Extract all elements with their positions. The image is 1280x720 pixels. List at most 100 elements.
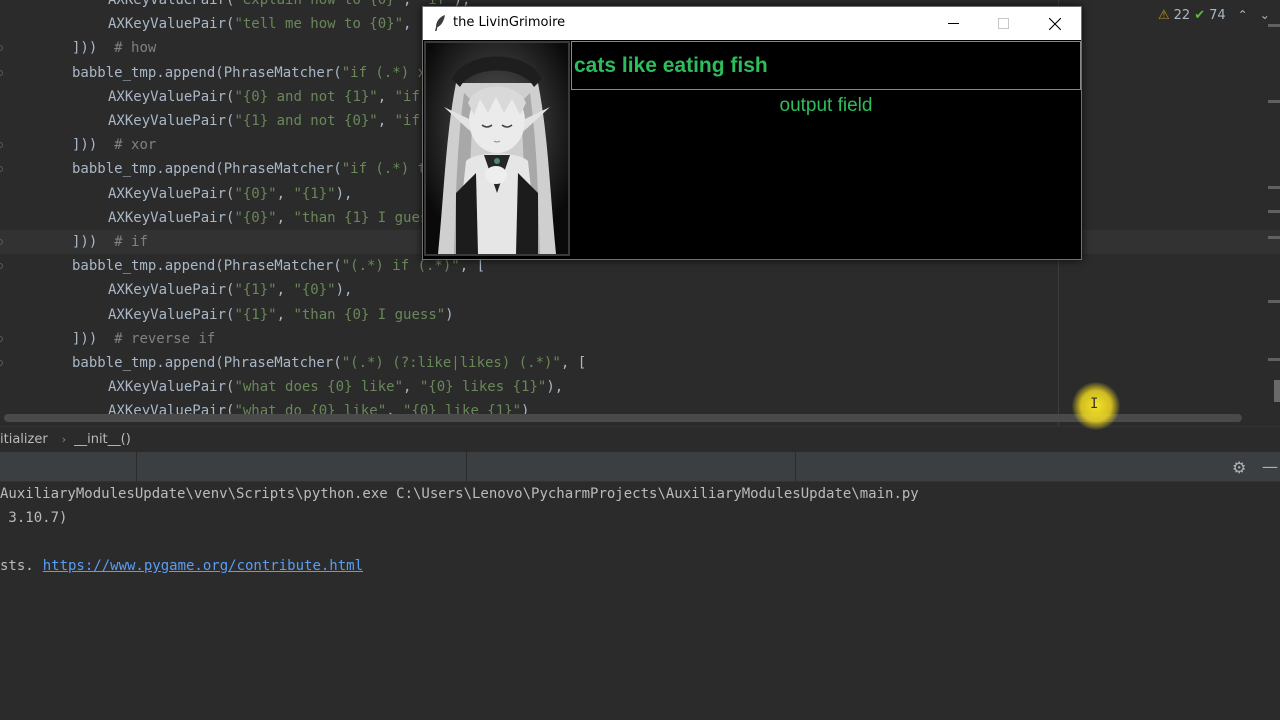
tab-divider (795, 452, 796, 482)
warning-count: 22 (1173, 7, 1191, 23)
code-text: AXKeyValuePair("tell me how to {0}", "if… (108, 12, 462, 36)
window-minimize-button[interactable] (928, 7, 978, 40)
window-title: the LivinGrimoire (453, 15, 566, 30)
code-text: AXKeyValuePair("{0}", "{1}"), (108, 182, 352, 206)
minimize-panel-icon[interactable]: — (1262, 457, 1278, 476)
console-line: AuxiliaryModulesUpdate\venv\Scripts\pyth… (0, 486, 919, 502)
run-tool-window-header (0, 452, 1280, 482)
code-text: AXKeyValuePair("{0}", "than {1} I guess"… (108, 206, 454, 230)
code-text: AXKeyValuePair("{1} and not {0}", "if") (108, 109, 437, 133)
string-literal: "what does {0} like" (234, 379, 404, 396)
fold-marker-icon[interactable] (0, 360, 3, 366)
code-token: ])) (72, 234, 115, 250)
string-literal: "{0} likes {1}" (419, 379, 547, 396)
scroll-mark[interactable] (1268, 236, 1280, 239)
code-line[interactable]: AXKeyValuePair("{1}", "than {0} I guess"… (0, 303, 1280, 327)
fold-marker-icon[interactable] (0, 166, 3, 173)
code-text: AXKeyValuePair("{1}", "than {0} I guess"… (108, 303, 454, 327)
code-token: , [ (459, 258, 486, 275)
code-token: AXKeyValuePair( (108, 209, 235, 226)
scroll-mark[interactable] (1268, 210, 1280, 213)
window-maximize-button[interactable] (978, 7, 1028, 40)
scroll-mark[interactable] (1268, 358, 1280, 361)
fold-marker-icon[interactable] (0, 263, 3, 270)
string-literal: "{0}" (293, 282, 336, 299)
chevron-up-icon[interactable]: ⌃ (1238, 8, 1248, 22)
string-literal: "{0} and not {1}" (234, 88, 378, 105)
code-token: ), (335, 282, 353, 299)
code-text: AXKeyValuePair("{0} and not {1}", "if"), (108, 85, 445, 109)
code-token: babble_tmp.append(PhraseMatcher( (72, 355, 342, 371)
code-text: AXKeyValuePair("{1}", "{0}"), (108, 278, 352, 302)
scroll-mark[interactable] (1268, 100, 1280, 103)
inspection-widget[interactable]: ⚠ 22 ✔ 74 ⌃ ⌄ (1158, 5, 1270, 25)
code-token: , (403, 379, 420, 396)
maximize-icon (997, 18, 1009, 29)
console-link[interactable]: https://www.pygame.org/contribute.html (43, 558, 363, 574)
warning-icon: ⚠ (1158, 7, 1170, 23)
code-token: AXKeyValuePair( (108, 113, 235, 129)
scroll-mark[interactable] (1268, 24, 1280, 27)
output-field-label: output field (779, 95, 873, 116)
string-literal: "(.*) if (.*)" (341, 258, 460, 275)
fold-marker-icon[interactable] (0, 69, 3, 76)
code-token: AXKeyValuePair( (108, 282, 235, 299)
breadcrumb-item-method[interactable]: __init__() (74, 432, 137, 447)
minimize-icon (947, 23, 959, 24)
input-text: cats like eating fish (574, 54, 768, 77)
fold-marker-icon[interactable] (0, 142, 3, 149)
code-token: ) (445, 306, 454, 323)
string-literal: "tell me how to {0}" (234, 16, 404, 33)
elf-girl-illustration (426, 43, 568, 254)
scroll-mark[interactable] (1268, 300, 1280, 303)
code-token: ), (546, 379, 564, 396)
code-token: babble_tmp.append(PhraseMatcher( (72, 161, 342, 178)
code-text: babble_tmp.append(PhraseMatcher("(.*) (?… (72, 351, 586, 375)
console-line: 3.10.7) (0, 510, 68, 526)
code-token: , (377, 88, 395, 105)
fold-marker-icon[interactable] (0, 45, 3, 52)
code-token: ])) (72, 137, 115, 154)
livingrimoire-window[interactable]: the LivinGrimoire cats like eating fish … (422, 6, 1082, 260)
check-count: 74 (1209, 7, 1226, 23)
comment: # xor (114, 137, 157, 154)
scroll-mark[interactable] (1268, 186, 1280, 189)
comment: # if (114, 234, 148, 250)
code-token: , (403, 0, 420, 8)
fold-marker-icon[interactable] (0, 239, 3, 245)
code-line[interactable]: babble_tmp.append(PhraseMatcher("(.*) (?… (0, 351, 1280, 375)
string-literal: "(.*) (?:like|likes) (.*)" (341, 355, 561, 371)
comment: # how (114, 40, 157, 57)
input-field[interactable]: cats like eating fish (571, 41, 1081, 90)
gear-icon[interactable]: ⚙ (1232, 458, 1246, 477)
code-token: , (276, 282, 294, 299)
string-literal: "{0}" (234, 185, 277, 202)
scrollbar-marks[interactable] (1266, 0, 1280, 426)
code-token: , (403, 16, 420, 33)
window-close-button[interactable] (1030, 7, 1080, 40)
avatar-image (424, 41, 570, 256)
tab-divider (466, 452, 467, 482)
breadcrumb-item-class[interactable]: itializer (0, 432, 54, 447)
code-token: AXKeyValuePair( (108, 16, 235, 33)
code-text: ])) # reverse if (72, 327, 215, 351)
window-titlebar[interactable]: the LivinGrimoire (423, 7, 1081, 40)
run-console[interactable]: AuxiliaryModulesUpdate\venv\Scripts\pyth… (0, 482, 1280, 720)
code-text: AXKeyValuePair("what does {0} like", "{0… (108, 375, 563, 399)
scroll-thumb[interactable] (1274, 380, 1280, 402)
horizontal-scrollbar[interactable] (4, 414, 1242, 422)
fold-marker-icon[interactable] (0, 335, 3, 342)
code-token: ])) (72, 40, 115, 57)
code-token: , [ (560, 355, 587, 371)
code-text: ])) # if (72, 230, 148, 254)
string-literal: "than {0} I guess" (293, 306, 446, 323)
code-line[interactable]: ])) # reverse if (0, 327, 1280, 351)
code-line[interactable]: AXKeyValuePair("{1}", "{0}"), (0, 278, 1280, 302)
code-token: , (276, 185, 294, 202)
code-token: AXKeyValuePair( (108, 88, 235, 105)
code-token: , (276, 209, 294, 226)
close-icon (1049, 17, 1061, 30)
code-text: ])) # xor (72, 133, 156, 157)
code-token: AXKeyValuePair( (108, 306, 235, 323)
check-icon: ✔ (1194, 7, 1206, 23)
